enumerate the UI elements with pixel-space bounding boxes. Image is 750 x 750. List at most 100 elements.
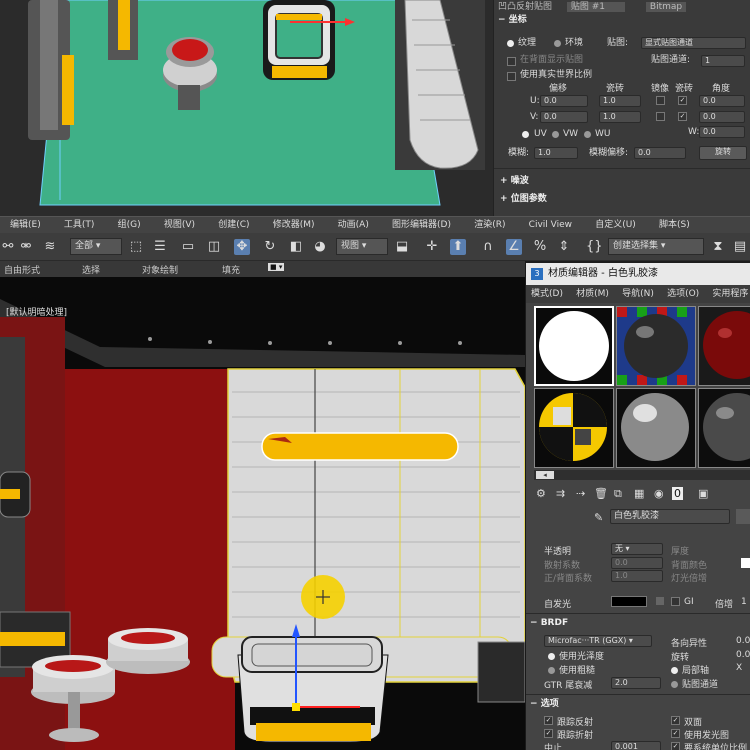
ribbon-options-icon[interactable]: ■ ▾ bbox=[268, 263, 285, 271]
menu-edit[interactable]: 编辑(E) bbox=[0, 217, 51, 233]
u-mirror-checkbox[interactable] bbox=[656, 96, 665, 105]
named-selection-set-dropdown[interactable]: 创建选择集 ▾ bbox=[608, 238, 704, 255]
radio-texture[interactable] bbox=[507, 40, 514, 47]
axis-x-value[interactable]: X bbox=[736, 663, 742, 673]
menu-rendering[interactable]: 渲染(R) bbox=[464, 217, 515, 233]
top-viewport[interactable] bbox=[0, 0, 493, 216]
gtr-field[interactable]: 2.0 bbox=[611, 677, 661, 689]
me-menu-navigation[interactable]: 导航(N) bbox=[617, 285, 659, 303]
menu-group[interactable]: 组(G) bbox=[108, 217, 151, 233]
material-slot-4[interactable] bbox=[534, 388, 614, 468]
scroll-left-icon[interactable]: ◂ bbox=[536, 471, 554, 479]
move-icon[interactable]: ✥ bbox=[234, 239, 250, 255]
select-object-icon[interactable]: ⬚ bbox=[128, 239, 144, 255]
put-to-library-icon[interactable]: ▦ bbox=[634, 487, 644, 500]
tab-object-paint[interactable]: 对象绘制 bbox=[142, 263, 178, 276]
viewport-label[interactable]: [默认明暗处理] bbox=[6, 305, 67, 318]
blur-field[interactable]: 1.0 bbox=[534, 147, 578, 159]
bitmap-params-rollout[interactable]: + 位图参数 bbox=[500, 192, 547, 206]
get-material-icon[interactable]: ⚙ bbox=[536, 487, 546, 500]
map-type-button[interactable]: Bitmap bbox=[645, 2, 687, 12]
material-slot-6[interactable] bbox=[698, 388, 750, 468]
radio-use-gloss[interactable] bbox=[548, 653, 555, 660]
double-sided-checkbox[interactable]: ✓ bbox=[671, 716, 680, 725]
radio-environ[interactable] bbox=[554, 40, 561, 47]
assign-material-icon[interactable]: ⇉ bbox=[556, 487, 565, 500]
angle-snap-icon[interactable]: ∠ bbox=[506, 239, 522, 255]
spinner-snap-icon[interactable]: ⇕ bbox=[556, 239, 572, 255]
menu-customize[interactable]: 自定义(U) bbox=[585, 217, 646, 233]
gi-checkbox[interactable] bbox=[671, 597, 680, 606]
menu-tools[interactable]: 工具(T) bbox=[54, 217, 105, 233]
shading-mode-label[interactable]: [默认明暗处理] bbox=[6, 308, 67, 318]
perspective-viewport[interactable]: [默认明暗处理] bbox=[0, 277, 525, 750]
anisotropy-value[interactable]: 0.0 bbox=[736, 636, 750, 646]
scatter-field[interactable]: 0.0 bbox=[611, 557, 663, 569]
menu-civil-view[interactable]: Civil View bbox=[519, 217, 582, 233]
v-tiling-field[interactable]: 1.0 bbox=[599, 111, 641, 123]
unlink-icon[interactable]: ⚮ bbox=[18, 239, 34, 255]
link-icon[interactable]: ⚯ bbox=[0, 239, 16, 255]
menu-create[interactable]: 创建(C) bbox=[208, 217, 259, 233]
select-manipulate-icon[interactable]: ✛ bbox=[424, 239, 440, 255]
slots-scrollbar[interactable]: ◂ bbox=[534, 470, 750, 480]
rect-selection-icon[interactable]: ▭ bbox=[180, 239, 196, 255]
show-back-checkbox[interactable] bbox=[507, 57, 516, 66]
select-by-name-icon[interactable]: ☰ bbox=[152, 239, 168, 255]
me-menu-material[interactable]: 材质(M) bbox=[571, 285, 614, 303]
me-menu-options[interactable]: 选项(O) bbox=[662, 285, 704, 303]
v-angle-field[interactable]: 0.0 bbox=[699, 111, 745, 123]
trace-reflect-checkbox[interactable]: ✓ bbox=[544, 716, 553, 725]
keyboard-shortcut-icon[interactable]: ⬆ bbox=[450, 239, 466, 255]
rotation-value[interactable]: 0.0 bbox=[736, 650, 750, 660]
menu-scripting[interactable]: 脚本(S) bbox=[649, 217, 700, 233]
percent-snap-icon[interactable]: % bbox=[532, 239, 548, 255]
eyedropper-icon[interactable]: ✎ bbox=[594, 511, 603, 524]
u-angle-field[interactable]: 0.0 bbox=[699, 95, 745, 107]
u-offset-field[interactable]: 0.0 bbox=[540, 95, 588, 107]
u-tiling-field[interactable]: 1.0 bbox=[599, 95, 641, 107]
rotate-icon[interactable]: ↻ bbox=[262, 239, 278, 255]
noise-rollout[interactable]: + 噪波 bbox=[500, 174, 529, 188]
align-icon[interactable]: ▤ bbox=[732, 239, 748, 255]
rotate-button[interactable]: 旋转 bbox=[699, 146, 747, 160]
show-map-icon[interactable]: 0 bbox=[672, 487, 683, 500]
me-menu-mode[interactable]: 模式(D) bbox=[526, 285, 568, 303]
material-type-button[interactable] bbox=[736, 509, 750, 524]
real-world-checkbox[interactable] bbox=[507, 72, 516, 81]
radio-uv[interactable] bbox=[522, 131, 529, 138]
radio-map-channel[interactable] bbox=[671, 681, 678, 688]
brdf-rollout[interactable]: − BRDF bbox=[530, 615, 750, 631]
multiplier-value[interactable]: 1 bbox=[741, 597, 747, 607]
delete-icon[interactable]: 🗑 bbox=[594, 487, 608, 500]
use-glow-checkbox[interactable]: ✓ bbox=[671, 729, 680, 738]
material-slot-3[interactable] bbox=[698, 306, 750, 386]
fb-coeff-field[interactable]: 1.0 bbox=[611, 570, 663, 582]
coords-rollout-title[interactable]: − 坐标 bbox=[498, 13, 527, 27]
cutoff-field[interactable]: 0.001 bbox=[611, 741, 661, 750]
window-crossing-icon[interactable]: ◫ bbox=[206, 239, 222, 255]
trace-refract-checkbox[interactable]: ✓ bbox=[544, 729, 553, 738]
self-illum-map-button[interactable] bbox=[656, 597, 664, 605]
back-color-swatch[interactable] bbox=[741, 558, 750, 568]
make-unique-icon[interactable]: ⧉ bbox=[614, 487, 622, 501]
material-id-icon[interactable]: ◉ bbox=[654, 487, 664, 500]
v-tile-checkbox[interactable]: ✓ bbox=[678, 112, 687, 121]
bind-spacewarp-icon[interactable]: ≋ bbox=[42, 239, 58, 255]
mirror-icon[interactable]: ⧗ bbox=[710, 239, 726, 255]
pivot-icon[interactable]: ⬓ bbox=[394, 239, 410, 255]
snap-toggle-icon[interactable]: ∩ bbox=[480, 239, 496, 255]
translucency-dropdown[interactable]: 无 ▾ bbox=[611, 543, 663, 555]
radio-vw[interactable] bbox=[552, 131, 559, 138]
unit-scale-checkbox[interactable]: ✓ bbox=[671, 742, 680, 750]
show-end-result-icon[interactable]: ▣ bbox=[698, 487, 708, 500]
blur-offset-field[interactable]: 0.0 bbox=[634, 147, 686, 159]
material-slot-1[interactable] bbox=[534, 306, 614, 386]
menu-graph-editors[interactable]: 图形编辑器(D) bbox=[382, 217, 461, 233]
v-mirror-checkbox[interactable] bbox=[656, 112, 665, 121]
material-slot-2[interactable] bbox=[616, 306, 696, 386]
edit-named-sets-icon[interactable]: {} bbox=[586, 239, 603, 255]
scale-icon[interactable]: ◧ bbox=[288, 239, 304, 255]
u-tile-checkbox[interactable]: ✓ bbox=[678, 96, 687, 105]
map-name-field[interactable]: 贴图 #1 bbox=[566, 2, 626, 12]
